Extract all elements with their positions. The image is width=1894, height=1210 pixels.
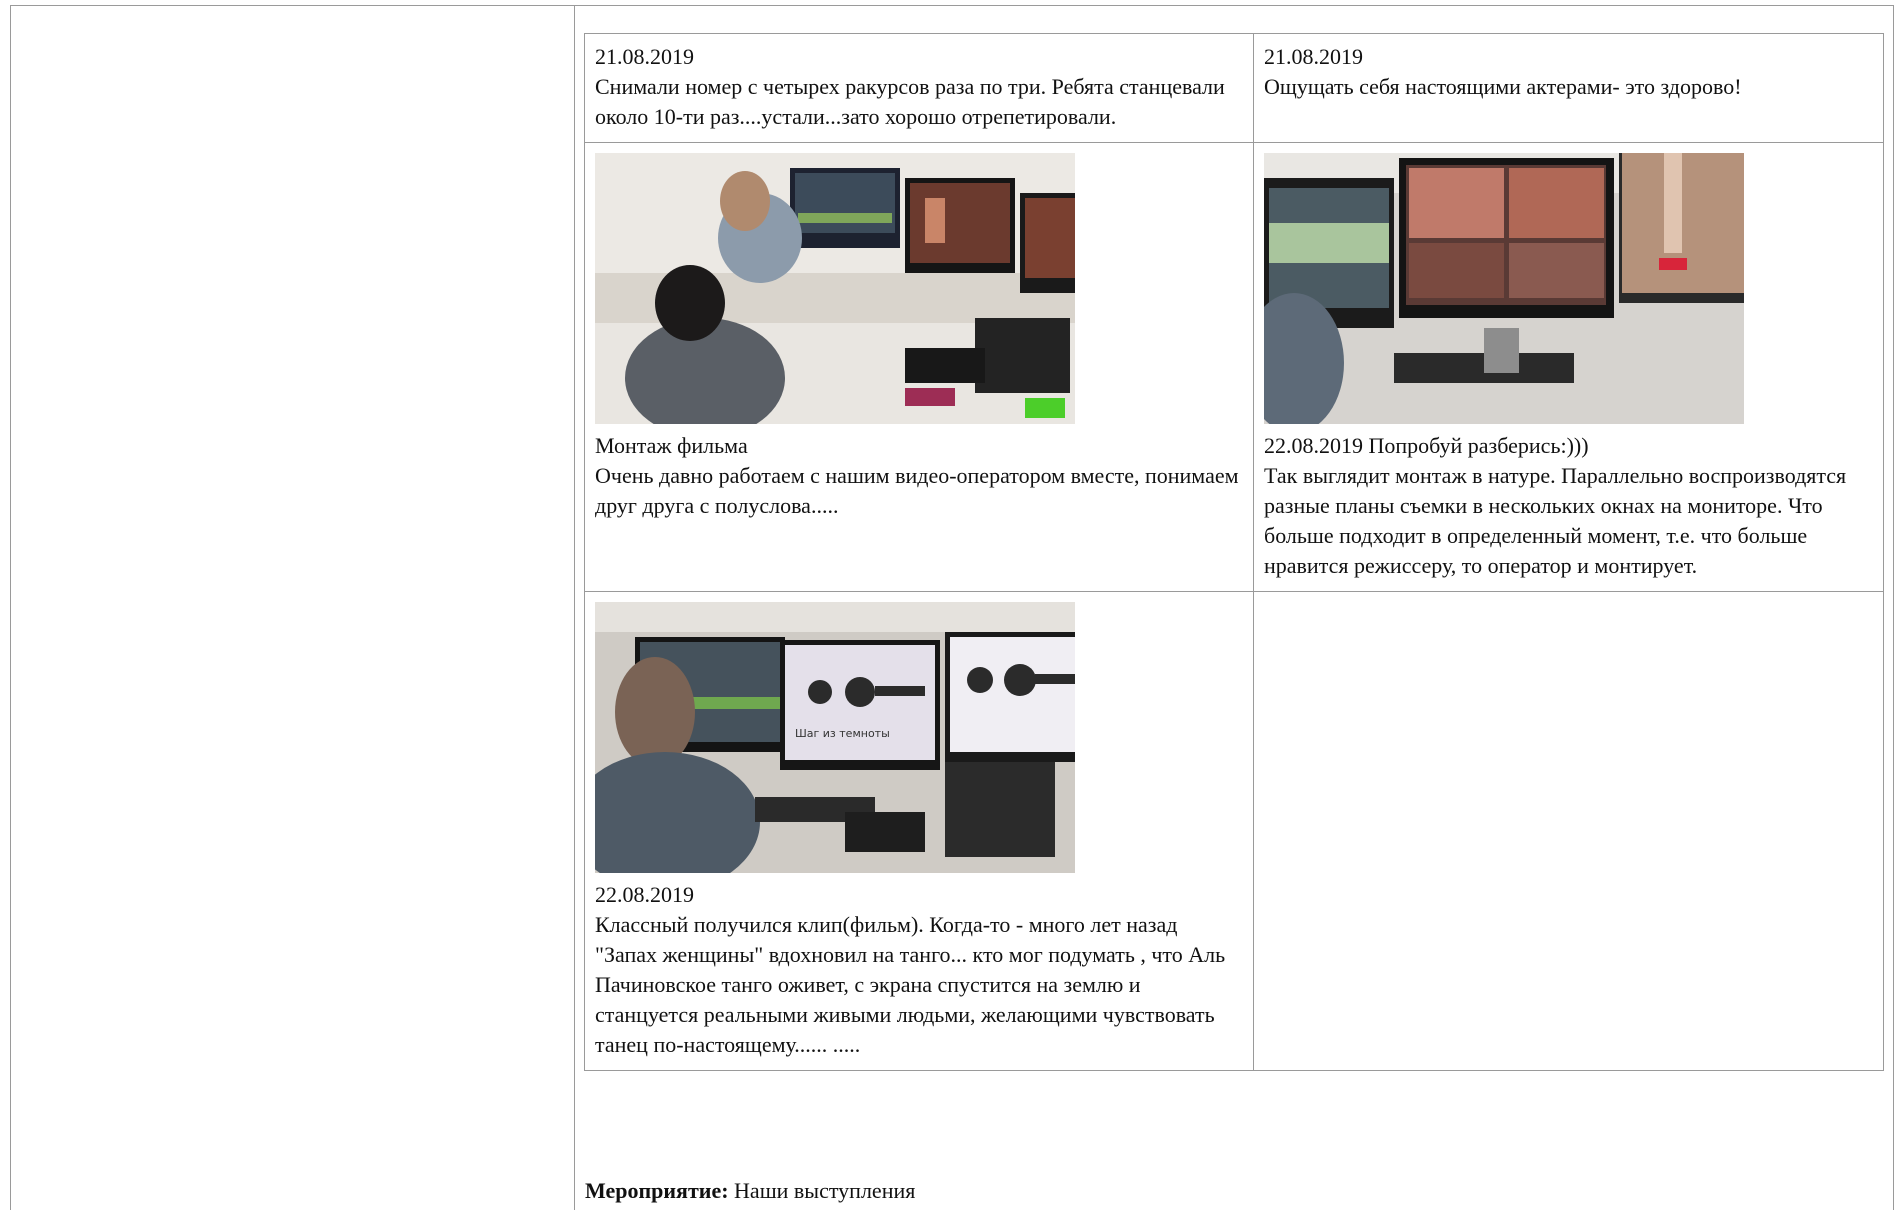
editing-studio-photo[interactable] (595, 153, 1075, 424)
event-line: Мероприятие: Наши выступления (585, 1176, 915, 1206)
photo-report-table: 21.08.2019 Снимали номер с четырех ракур… (584, 33, 1884, 1071)
card-date: 21.08.2019 (1264, 44, 1363, 69)
film-logo-text: Шаг из темноты (795, 727, 890, 740)
card-cell: Шаг из темноты 22.08.2019 Классный получ… (584, 591, 1254, 1071)
event-value: Наши выступления (734, 1178, 916, 1203)
photo-caption: 22.08.2019 Попробуй разберись:))) (1264, 433, 1589, 458)
card-cell: Монтаж фильма Очень давно работаем с наш… (584, 142, 1254, 592)
photo-caption: 22.08.2019 (595, 882, 694, 907)
empty-cell (1253, 591, 1884, 1071)
card-cell: 22.08.2019 Попробуй разберись:))) Так вы… (1253, 142, 1884, 592)
table-row: Шаг из темноты 22.08.2019 Классный получ… (584, 591, 1884, 1071)
photo-caption: Монтаж фильма (595, 433, 748, 458)
column-divider (574, 5, 575, 1210)
table-row: 21.08.2019 Снимали номер с четырех ракур… (584, 33, 1884, 143)
card-text: Классный получился клип(фильм). Когда-то… (595, 912, 1226, 1057)
card-text: Снимали номер с четырех ракурсов раза по… (595, 74, 1225, 129)
card-text: Очень давно работаем с нашим видео-опера… (595, 463, 1239, 518)
card-text: Так выглядит монтаж в натуре. Параллельн… (1264, 463, 1847, 578)
card-cell: 21.08.2019 Ощущать себя настоящими актер… (1253, 33, 1884, 143)
card-date: 21.08.2019 (595, 44, 694, 69)
card-cell: 21.08.2019 Снимали номер с четырех ракур… (584, 33, 1254, 143)
table-row: Монтаж фильма Очень давно работаем с наш… (584, 142, 1884, 592)
film-title-photo[interactable]: Шаг из темноты (595, 602, 1075, 873)
editing-monitors-photo[interactable] (1264, 153, 1744, 424)
event-label: Мероприятие: (585, 1178, 729, 1203)
card-text: Ощущать себя настоящими актерами- это зд… (1264, 74, 1742, 99)
